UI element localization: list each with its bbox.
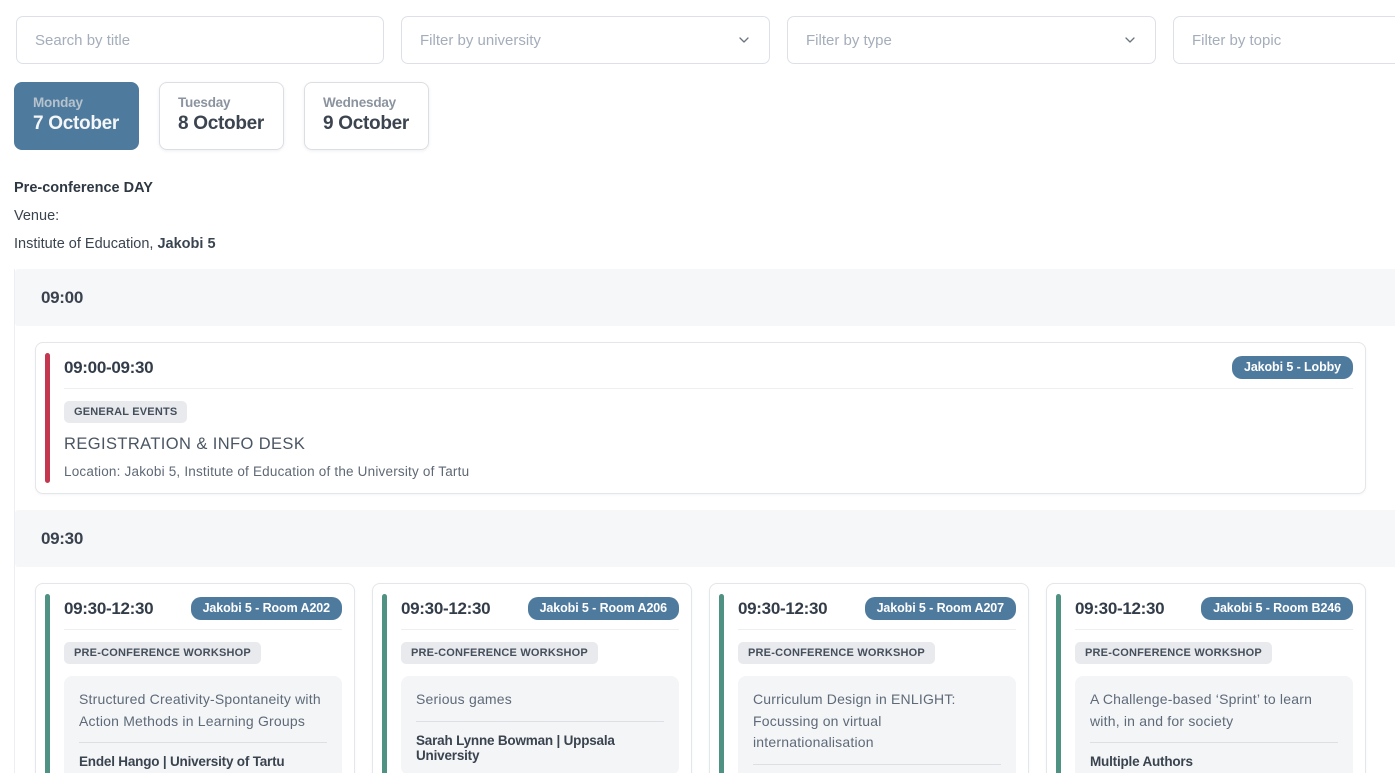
time-band: 09:30 <box>15 510 1395 567</box>
event-type-row: PRE-CONFERENCE WORKSHOP <box>738 642 1016 664</box>
event-title: A Challenge-based ‘Sprint’ to learn with… <box>1090 689 1338 732</box>
event-location: Location: Jakobi 5, Institute of Educati… <box>64 464 1353 479</box>
event-card[interactable]: 09:30-12:30 Jakobi 5 - Room B246 PRE-CON… <box>1046 583 1366 773</box>
divider <box>401 629 679 630</box>
event-time: 09:30-12:30 <box>64 599 153 619</box>
event-detail-panel: A Challenge-based ‘Sprint’ to learn with… <box>1075 676 1353 773</box>
day-tab[interactable]: Tuesday 8 October <box>159 82 284 150</box>
event-title: REGISTRATION & INFO DESK <box>64 435 1353 454</box>
event-type-tag: GENERAL EVENTS <box>64 401 187 423</box>
event-card-header: 09:30-12:30 Jakobi 5 - Room A206 <box>401 597 679 620</box>
day-tab-date: 7 October <box>33 113 120 135</box>
event-time: 09:00-09:30 <box>64 358 153 378</box>
event-accent-bar <box>382 594 387 773</box>
topic-field-wrap <box>1173 16 1395 64</box>
event-detail-panel: Serious games Sarah Lynne Bowman | Uppsa… <box>401 676 679 773</box>
day-info: Pre-conference DAY Venue: Institute of E… <box>0 150 1395 258</box>
event-detail-panel: Structured Creativity-Spontaneity with A… <box>64 676 342 773</box>
day-info-title: Pre-conference DAY <box>14 174 1395 202</box>
day-tab-day: Wednesday <box>323 95 410 110</box>
event-author: Multiple Authors <box>1090 754 1338 769</box>
day-tab-day: Monday <box>33 95 120 110</box>
event-time: 09:30-12:30 <box>1075 599 1164 619</box>
event-author: Sarah Lynne Bowman | Uppsala University <box>416 733 664 763</box>
event-author: Endel Hango | University of Tartu <box>79 754 327 769</box>
event-time: 09:30-12:30 <box>401 599 490 619</box>
time-band: 09:00 <box>15 269 1395 326</box>
divider <box>64 629 342 630</box>
search-field-wrap <box>16 16 384 64</box>
event-room-badge: Jakobi 5 - Room B246 <box>1201 597 1353 620</box>
event-type-tag: PRE-CONFERENCE WORKSHOP <box>1075 642 1272 664</box>
day-tabs: Monday 7 October Tuesday 8 October Wedne… <box>0 64 1395 150</box>
day-tab-day: Tuesday <box>178 95 265 110</box>
day-tab-date: 8 October <box>178 113 265 135</box>
divider <box>753 764 1001 765</box>
topic-filter-input[interactable] <box>1192 32 1395 49</box>
divider <box>1075 629 1353 630</box>
type-filter-select[interactable]: Filter by type <box>787 16 1156 64</box>
divider <box>79 742 327 743</box>
time-band-label: 09:30 <box>41 529 83 549</box>
event-type-row: PRE-CONFERENCE WORKSHOP <box>1075 642 1353 664</box>
event-type-row: PRE-CONFERENCE WORKSHOP <box>64 642 342 664</box>
event-card-header: 09:30-12:30 Jakobi 5 - Room A207 <box>738 597 1016 620</box>
venue-prefix: Institute of Education, <box>14 236 157 252</box>
event-title: Curriculum Design in ENLIGHT: Focussing … <box>753 689 1001 754</box>
university-filter-placeholder: Filter by university <box>420 32 541 49</box>
event-title: Serious games <box>416 689 664 711</box>
divider <box>416 721 664 722</box>
divider <box>64 388 1353 389</box>
event-room-badge: Jakobi 5 - Lobby <box>1232 356 1353 379</box>
venue-line: Institute of Education, Jakobi 5 <box>14 230 1395 258</box>
event-card[interactable]: 09:00-09:30 Jakobi 5 - Lobby GENERAL EVE… <box>35 342 1366 494</box>
event-type-tag: PRE-CONFERENCE WORKSHOP <box>64 642 261 664</box>
event-accent-bar <box>45 594 50 773</box>
event-accent-bar <box>719 594 724 773</box>
event-type-tag: PRE-CONFERENCE WORKSHOP <box>738 642 935 664</box>
event-card-header: 09:30-12:30 Jakobi 5 - Room B246 <box>1075 597 1353 620</box>
events-row: 09:30-12:30 Jakobi 5 - Room A202 PRE-CON… <box>15 567 1395 773</box>
event-card-header: 09:00-09:30 Jakobi 5 - Lobby <box>64 356 1353 379</box>
day-tab[interactable]: Wednesday 9 October <box>304 82 429 150</box>
event-time: 09:30-12:30 <box>738 599 827 619</box>
filters-bar: Filter by university Filter by type <box>0 0 1395 64</box>
events-row: 09:00-09:30 Jakobi 5 - Lobby GENERAL EVE… <box>15 326 1395 510</box>
event-detail-panel: Curriculum Design in ENLIGHT: Focussing … <box>738 676 1016 773</box>
timeline: 09:00 09:00-09:30 Jakobi 5 - Lobby GENER… <box>14 269 1395 773</box>
day-tab[interactable]: Monday 7 October <box>14 82 139 150</box>
event-card[interactable]: 09:30-12:30 Jakobi 5 - Room A206 PRE-CON… <box>372 583 692 773</box>
event-room-badge: Jakobi 5 - Room A206 <box>528 597 679 620</box>
venue-building: Jakobi 5 <box>157 236 215 252</box>
event-card[interactable]: 09:30-12:30 Jakobi 5 - Room A207 PRE-CON… <box>709 583 1029 773</box>
chevron-down-icon <box>737 33 751 47</box>
event-type-tag: PRE-CONFERENCE WORKSHOP <box>401 642 598 664</box>
chevron-down-icon <box>1123 33 1137 47</box>
university-filter-select[interactable]: Filter by university <box>401 16 770 64</box>
search-input[interactable] <box>35 32 365 49</box>
event-type-row: PRE-CONFERENCE WORKSHOP <box>401 642 679 664</box>
type-filter-placeholder: Filter by type <box>806 32 892 49</box>
venue-label: Venue: <box>14 202 1395 230</box>
event-room-badge: Jakobi 5 - Room A207 <box>865 597 1016 620</box>
event-accent-bar <box>45 353 50 483</box>
event-accent-bar <box>1056 594 1061 773</box>
time-band-label: 09:00 <box>41 288 83 308</box>
event-card[interactable]: 09:30-12:30 Jakobi 5 - Room A202 PRE-CON… <box>35 583 355 773</box>
divider <box>1090 742 1338 743</box>
event-title: Structured Creativity-Spontaneity with A… <box>79 689 327 732</box>
divider <box>738 629 1016 630</box>
event-card-header: 09:30-12:30 Jakobi 5 - Room A202 <box>64 597 342 620</box>
day-tab-date: 9 October <box>323 113 410 135</box>
event-room-badge: Jakobi 5 - Room A202 <box>191 597 342 620</box>
